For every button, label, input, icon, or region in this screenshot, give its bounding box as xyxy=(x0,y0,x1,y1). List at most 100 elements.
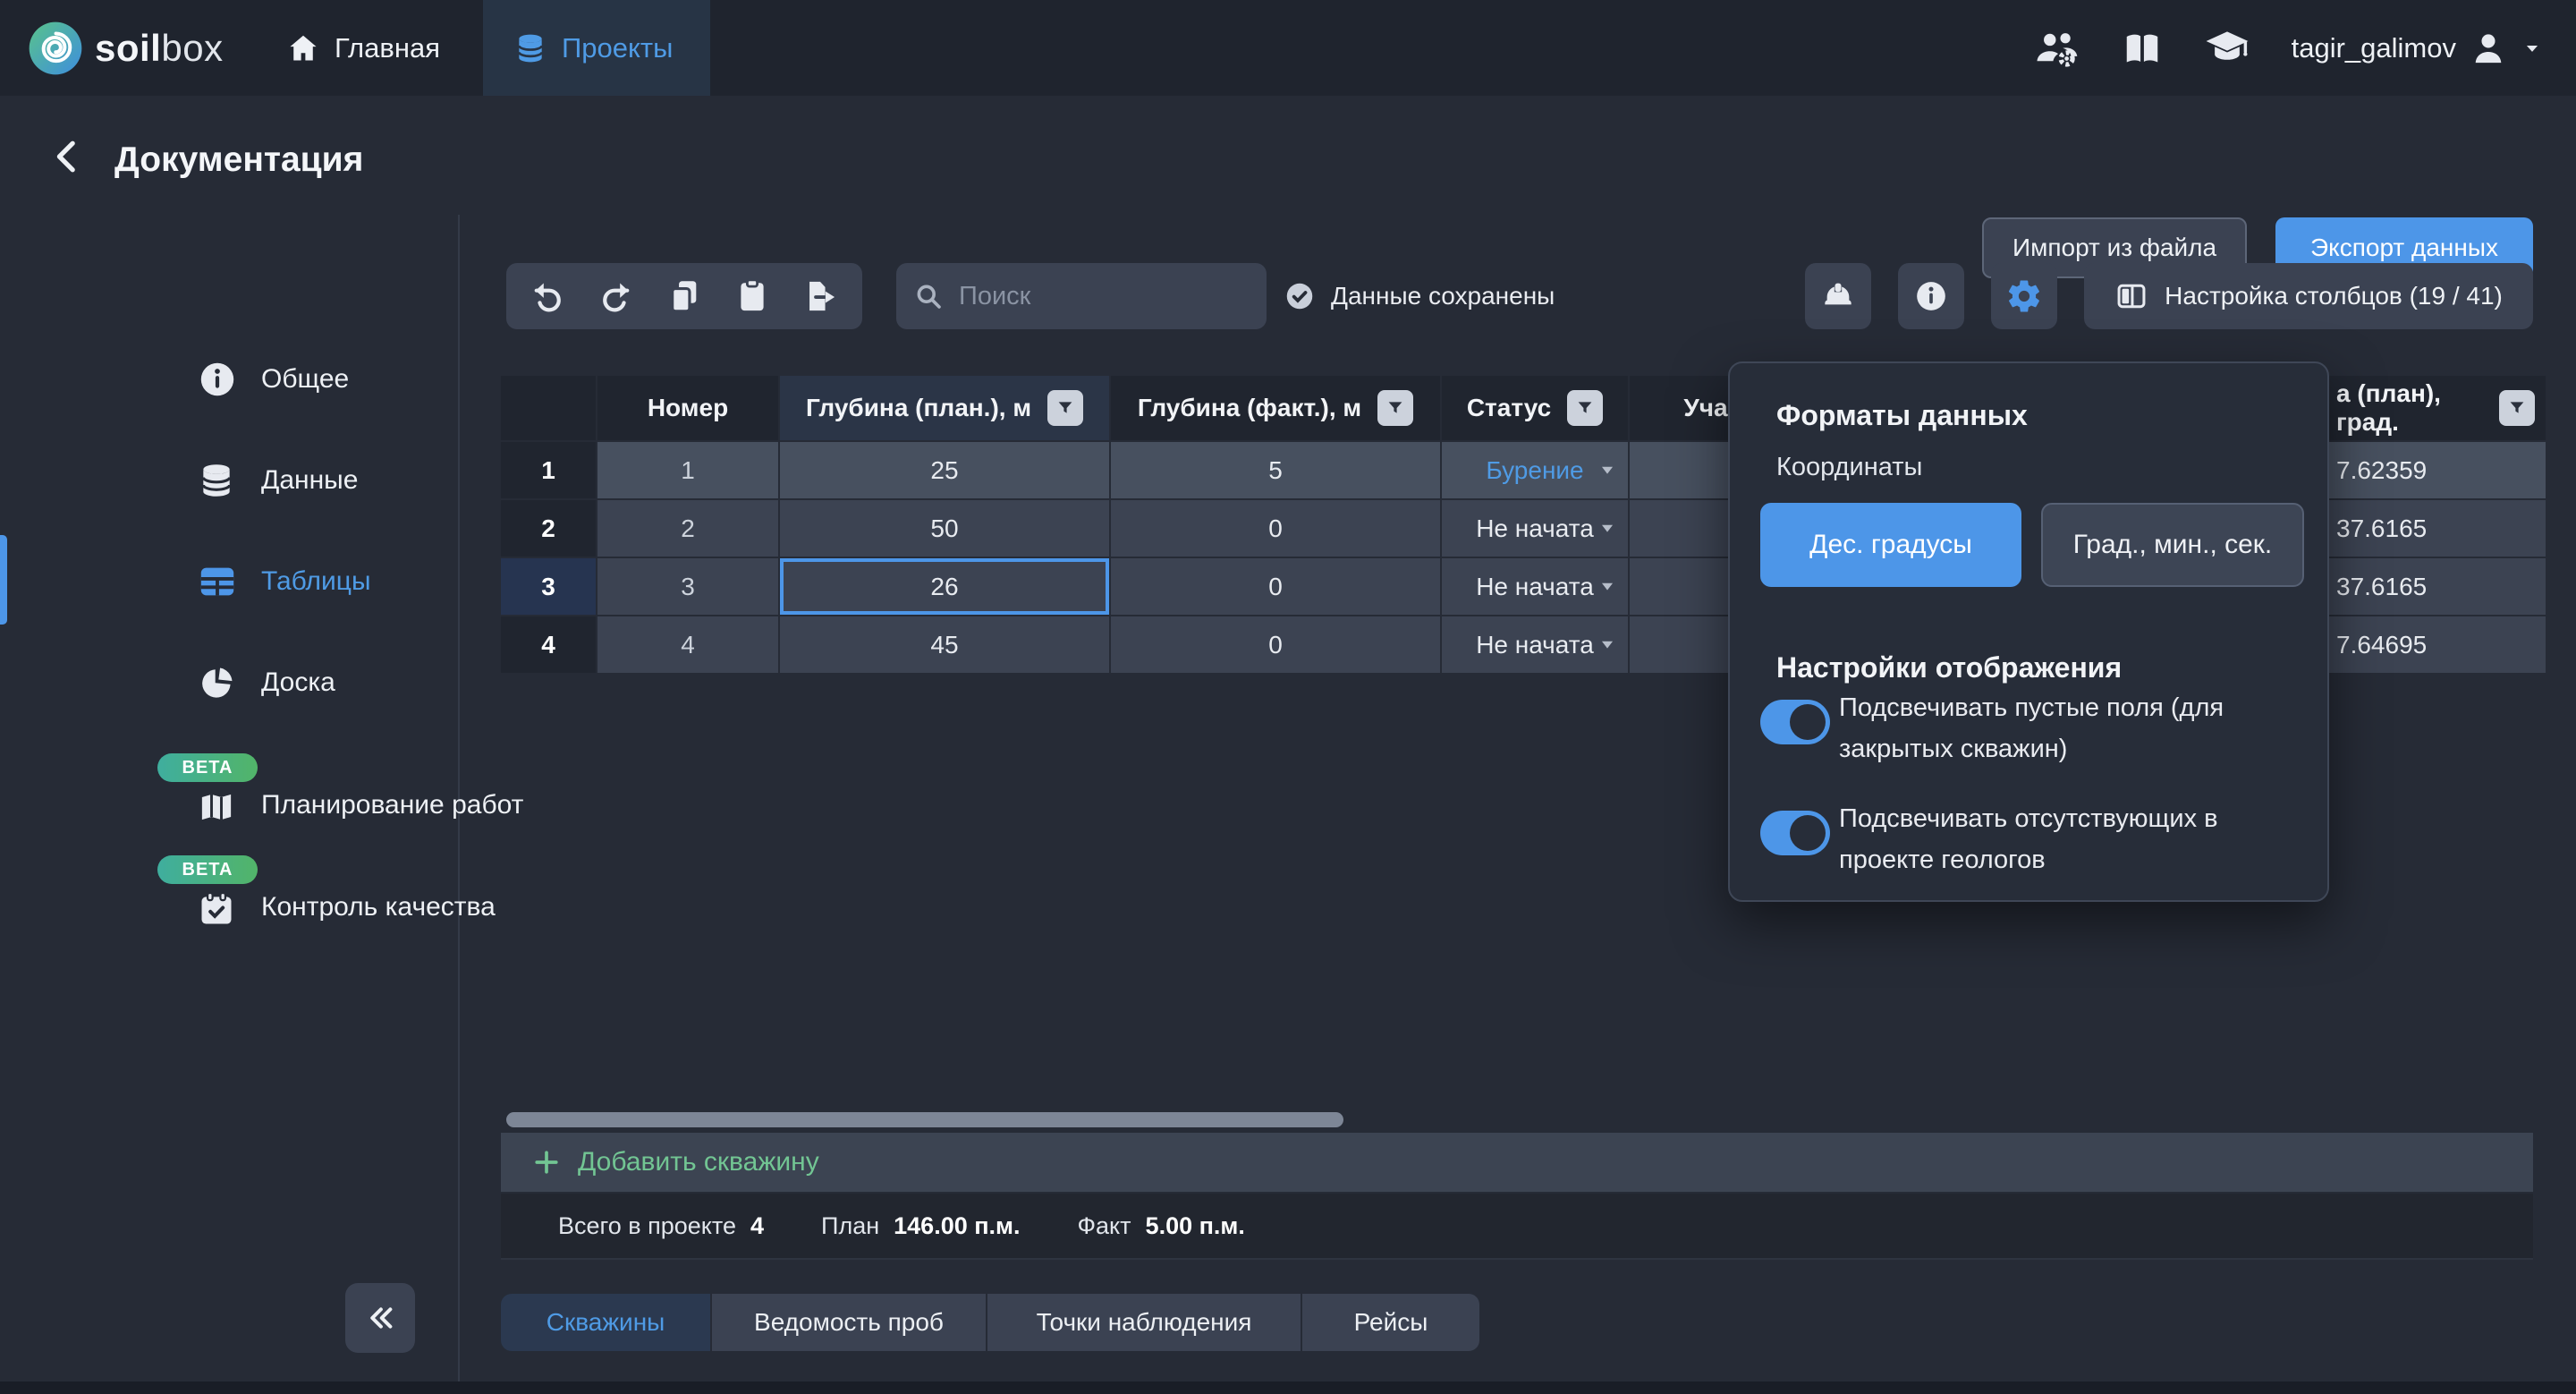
cell-depth-plan[interactable]: 25 xyxy=(780,442,1109,498)
helmet-icon xyxy=(1820,278,1856,314)
sidebar-item-board[interactable]: Доска xyxy=(0,654,458,711)
sidebar-item-general[interactable]: Общее xyxy=(0,351,458,408)
cell-number[interactable]: 4 xyxy=(597,616,778,673)
copy-icon[interactable] xyxy=(665,277,703,315)
cell-number[interactable]: 2 xyxy=(597,500,778,557)
app-window: soilbox Главная Проекты xyxy=(0,0,2576,1394)
column-header-depth-fact[interactable]: Глубина (факт.), м xyxy=(1111,376,1440,440)
cell-depth-fact[interactable]: 0 xyxy=(1111,616,1440,673)
summary-plan-value: 146.00 п.м. xyxy=(894,1212,1020,1240)
export-file-icon[interactable] xyxy=(802,277,840,315)
sidebar-item-label: Планирование работ xyxy=(261,790,523,820)
logo[interactable]: soilbox xyxy=(27,0,224,96)
table-icon xyxy=(197,561,238,602)
summary-fact-value: 5.00 п.м. xyxy=(1146,1212,1245,1240)
column-header-label: Глубина (факт.), м xyxy=(1138,394,1361,422)
dropdown-caret-icon[interactable] xyxy=(1597,461,1617,480)
row-number-cell[interactable]: 2 xyxy=(501,500,596,557)
cell-depth-plan-selected[interactable]: 26 xyxy=(780,558,1109,615)
redo-icon[interactable] xyxy=(597,277,635,315)
sidebar-collapse-button[interactable] xyxy=(345,1283,415,1353)
column-header-label: Глубина (план.), м xyxy=(806,394,1031,422)
sidebar-item-label: Таблицы xyxy=(261,566,371,597)
helmet-button[interactable] xyxy=(1805,263,1871,329)
cell-status[interactable]: Не начата xyxy=(1442,558,1628,615)
filter-icon[interactable] xyxy=(2499,390,2535,426)
row-number-cell[interactable]: 4 xyxy=(501,616,596,673)
gear-icon xyxy=(2005,277,2043,315)
info-circle-icon xyxy=(197,359,238,400)
database-icon xyxy=(513,31,547,65)
columns-settings-button[interactable]: Настройка столбцов (19 / 41) xyxy=(2084,263,2533,329)
collapse-icon xyxy=(361,1299,399,1337)
coordinates-label: Координаты xyxy=(1776,453,1922,482)
users-gear-icon[interactable] xyxy=(2034,25,2080,72)
columns-settings-label: Настройка столбцов (19 / 41) xyxy=(2165,282,2503,310)
logo-icon xyxy=(27,20,84,77)
dms-button[interactable]: Град., мин., сек. xyxy=(2041,503,2304,587)
cell-status[interactable]: Бурение xyxy=(1442,442,1628,498)
search-input[interactable] xyxy=(957,281,1298,312)
bottom-strip xyxy=(0,1381,2576,1394)
column-header-number[interactable]: Номер xyxy=(597,376,778,440)
cell-number[interactable]: 3 xyxy=(597,558,778,615)
column-header-status[interactable]: Статус xyxy=(1442,376,1628,440)
book-icon[interactable] xyxy=(2122,28,2163,69)
cell-status[interactable]: Не начата xyxy=(1442,616,1628,673)
cell-depth-fact[interactable]: 0 xyxy=(1111,558,1440,615)
filter-icon[interactable] xyxy=(1047,390,1083,426)
info-button[interactable] xyxy=(1898,263,1964,329)
logo-text: soilbox xyxy=(95,27,224,70)
user-menu[interactable]: tagir_galimov xyxy=(2292,29,2544,68)
sidebar-item-data[interactable]: Данные xyxy=(0,452,458,509)
tab-observation-points[interactable]: Точки наблюдения xyxy=(987,1294,1301,1351)
summary-total-value: 4 xyxy=(750,1212,764,1240)
map-icon xyxy=(197,787,236,827)
graduation-cap-icon[interactable] xyxy=(2204,25,2250,72)
beta-badge: BETA xyxy=(157,855,258,884)
sidebar-item-quality[interactable]: BETA Контроль качества xyxy=(0,879,458,936)
cell-depth-plan[interactable]: 45 xyxy=(780,616,1109,673)
back-button[interactable] xyxy=(47,135,89,178)
cell-status[interactable]: Не начата xyxy=(1442,500,1628,557)
horizontal-scrollbar[interactable] xyxy=(506,1112,1343,1127)
status-value: Не начата xyxy=(1476,631,1594,659)
tab-wells[interactable]: Скважины xyxy=(501,1294,710,1351)
paste-icon[interactable] xyxy=(733,277,771,315)
row-number-cell[interactable]: 3 xyxy=(501,558,596,615)
tab-samples[interactable]: Ведомость проб xyxy=(712,1294,986,1351)
nav-tab-projects-label: Проекты xyxy=(562,32,673,64)
cell-number[interactable]: 1 xyxy=(597,442,778,498)
status-value: Не начата xyxy=(1476,573,1594,601)
status-value: Бурение xyxy=(1486,456,1583,485)
popup-title: Форматы данных xyxy=(1776,399,2028,432)
toggle-highlight-empty-fields[interactable] xyxy=(1760,700,1830,744)
filter-icon[interactable] xyxy=(1567,390,1603,426)
row-number-cell[interactable]: 1 xyxy=(501,442,596,498)
tab-trips[interactable]: Рейсы xyxy=(1302,1294,1479,1351)
corner-header-cell[interactable] xyxy=(501,376,596,440)
sidebar-item-label: Общее xyxy=(261,364,349,395)
decimal-degrees-button[interactable]: Дес. градусы xyxy=(1760,503,2021,587)
cell-depth-fact[interactable]: 0 xyxy=(1111,500,1440,557)
dropdown-caret-icon[interactable] xyxy=(1597,519,1617,539)
nav-tab-projects[interactable]: Проекты xyxy=(483,0,710,96)
toggle-highlight-missing-geologists[interactable] xyxy=(1760,811,1830,855)
dropdown-caret-icon[interactable] xyxy=(1597,577,1617,597)
user-icon xyxy=(2469,29,2508,68)
column-header-depth-plan[interactable]: Глубина (план.), м xyxy=(780,376,1109,440)
username: tagir_galimov xyxy=(2292,32,2456,64)
nav-tab-home[interactable]: Главная xyxy=(256,0,470,96)
filter-icon[interactable] xyxy=(1377,390,1413,426)
undo-icon[interactable] xyxy=(529,277,566,315)
sidebar-item-tables[interactable]: Таблицы xyxy=(0,553,458,610)
cell-depth-fact[interactable]: 5 xyxy=(1111,442,1440,498)
toggle-knob xyxy=(1790,704,1826,740)
cell-depth-plan[interactable]: 50 xyxy=(780,500,1109,557)
toggle-label: Подсвечивать пустые поля (для закрытых с… xyxy=(1839,687,2267,769)
add-well-button[interactable]: Добавить скважину xyxy=(501,1133,2533,1192)
search-box xyxy=(896,263,1267,329)
dropdown-caret-icon[interactable] xyxy=(1597,635,1617,655)
sidebar-item-planning[interactable]: BETA Планирование работ xyxy=(0,777,458,834)
settings-button[interactable] xyxy=(1991,263,2057,329)
